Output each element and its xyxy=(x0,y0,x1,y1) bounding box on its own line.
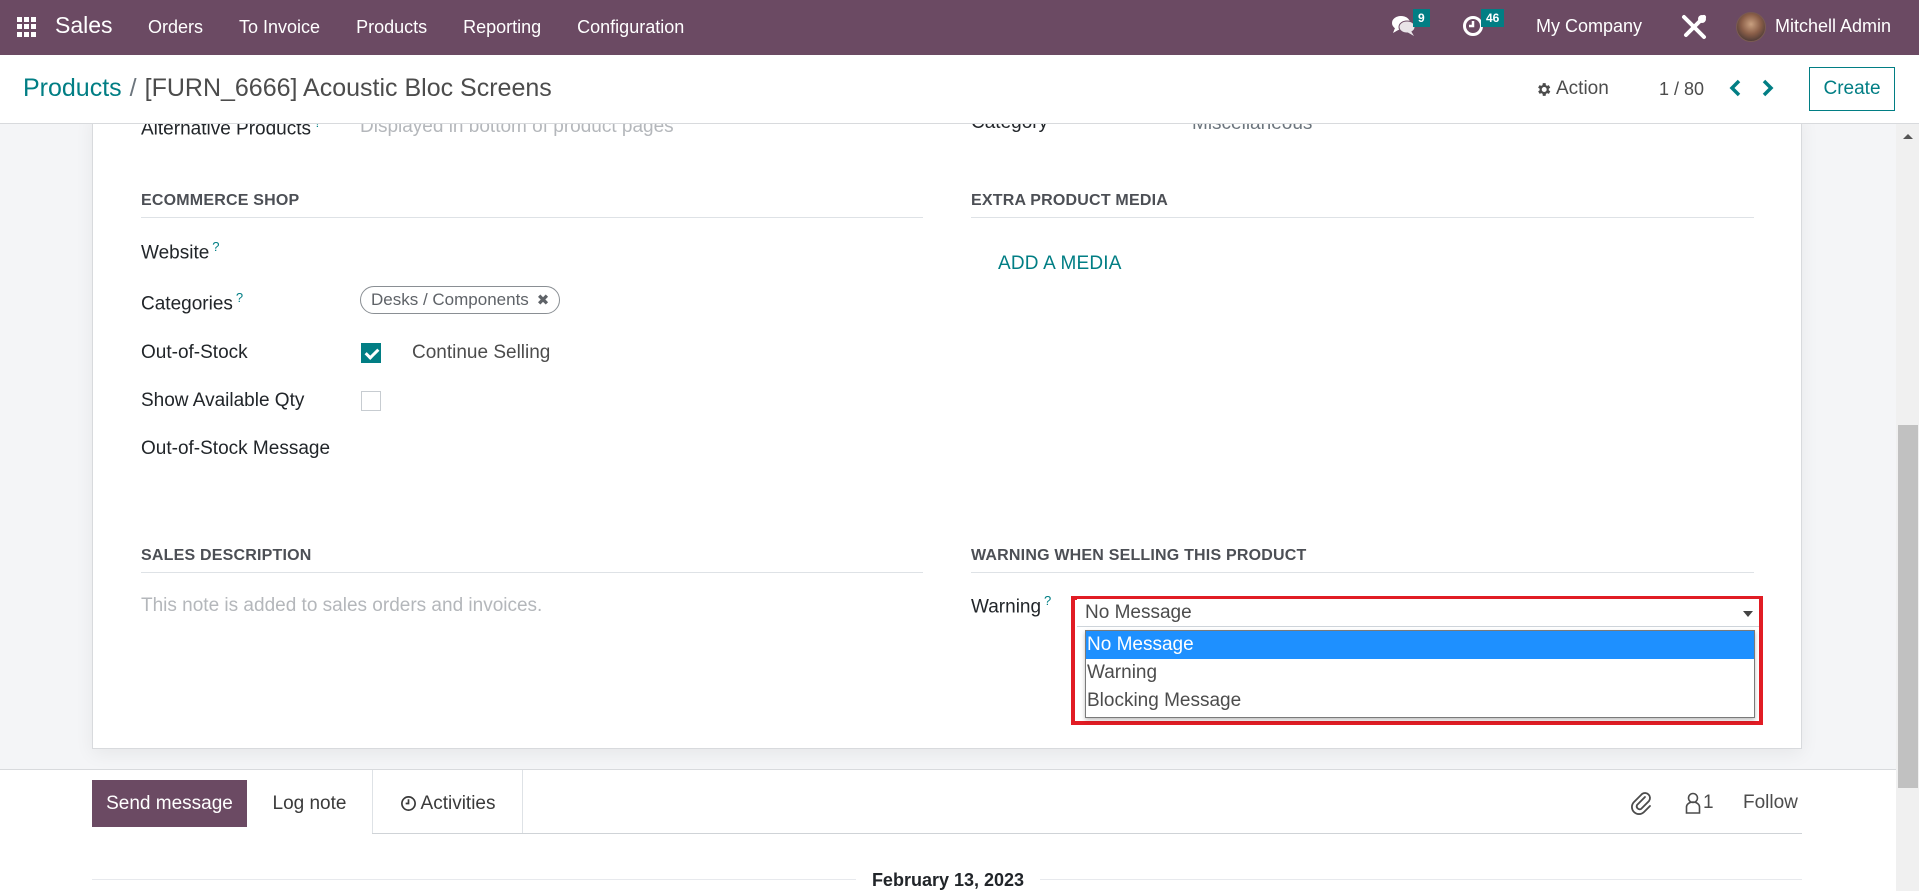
out-of-stock-message-label: Out-of-Stock Message xyxy=(141,438,331,459)
breadcrumb: Products / [FURN_6666] Acoustic Bloc Scree… xyxy=(23,74,552,103)
page-scrollbar[interactable] xyxy=(1896,124,1919,891)
clock-icon xyxy=(400,796,416,811)
scroll-up-arrow-icon[interactable] xyxy=(1903,134,1913,139)
follow-button[interactable]: Follow xyxy=(1743,792,1798,814)
activities-button[interactable]: Activities xyxy=(372,780,523,827)
menu-reporting[interactable]: Reporting xyxy=(463,17,541,38)
extra-media-section-divider xyxy=(971,217,1754,218)
warning-dropdown-list: No Message Warning Blocking Message xyxy=(1085,630,1755,718)
main-menu: Orders To Invoice Products Reporting Con… xyxy=(148,17,720,38)
activities-badge: 46 xyxy=(1481,9,1505,27)
create-button[interactable]: Create xyxy=(1809,67,1895,111)
gear-icon xyxy=(1538,82,1551,96)
log-note-button[interactable]: Log note xyxy=(247,780,372,827)
category-tag[interactable]: Desks / Components ✖ xyxy=(360,286,561,314)
breadcrumb-current: [FURN_6666] Acoustic Bloc Screens xyxy=(144,74,552,102)
warning-section-divider xyxy=(971,572,1754,573)
chevron-left-icon xyxy=(1729,79,1741,97)
category-tag-label: Desks / Components xyxy=(371,290,529,309)
ecommerce-section-divider xyxy=(141,217,923,218)
help-icon[interactable]: ? xyxy=(1044,593,1051,608)
date-separator: February 13, 2023 xyxy=(0,870,1896,891)
chevron-right-icon xyxy=(1762,79,1774,97)
caret-down-icon xyxy=(1743,611,1753,617)
menu-configuration[interactable]: Configuration xyxy=(577,17,684,38)
alternative-products-label: Alternative Products? xyxy=(141,124,321,140)
action-button[interactable]: Action xyxy=(1535,78,1609,100)
menu-to-invoice[interactable]: To Invoice xyxy=(239,17,320,38)
paperclip-icon xyxy=(1631,792,1651,815)
categories-label: Categories? xyxy=(141,290,244,315)
user-icon xyxy=(1685,792,1701,814)
attachment-button[interactable] xyxy=(1630,789,1652,821)
show-available-qty-label: Show Available Qty xyxy=(141,390,305,411)
help-icon[interactable]: ? xyxy=(236,290,243,305)
breadcrumb-separator: / xyxy=(129,74,137,102)
tools-icon[interactable] xyxy=(1680,13,1708,46)
chatter-divider xyxy=(372,833,1802,834)
user-avatar[interactable] xyxy=(1736,12,1766,42)
show-available-qty-checkbox[interactable] xyxy=(361,391,381,411)
menu-orders[interactable]: Orders xyxy=(148,17,203,38)
warning-select[interactable]: No Message xyxy=(1077,599,1759,627)
scrollbar-thumb[interactable] xyxy=(1898,425,1918,788)
remove-tag-icon[interactable]: ✖ xyxy=(537,291,550,309)
warning-select-value: No Message xyxy=(1085,602,1192,623)
company-switcher[interactable]: My Company xyxy=(1536,16,1642,37)
user-menu[interactable]: Mitchell Admin xyxy=(1775,16,1891,37)
continue-selling-checkbox[interactable] xyxy=(361,343,381,363)
send-message-button[interactable]: Send message xyxy=(92,780,247,827)
pager-value[interactable]: 1 / 80 xyxy=(1659,79,1704,100)
form-view: Alternative Products? Displayed in botto… xyxy=(0,124,1896,891)
menu-products[interactable]: Products xyxy=(356,17,427,38)
sales-description-input[interactable]: This note is added to sales orders and i… xyxy=(141,595,542,617)
warning-section-title: WARNING WHEN SELLING THIS PRODUCT xyxy=(971,547,1307,564)
app-name[interactable]: Sales xyxy=(55,12,113,39)
alternative-products-input[interactable]: Displayed in bottom of product pages xyxy=(360,124,674,138)
messages-badge: 9 xyxy=(1413,9,1430,27)
chatter: Send message Log note Activities 1 Follo… xyxy=(0,769,1896,891)
sales-description-section-title: SALES DESCRIPTION xyxy=(141,547,312,564)
help-icon[interactable]: ? xyxy=(314,124,321,130)
option-warning[interactable]: Warning xyxy=(1086,659,1754,687)
control-panel: Products / [FURN_6666] Acoustic Bloc Scree… xyxy=(0,55,1919,124)
breadcrumb-products[interactable]: Products xyxy=(23,74,122,102)
ecommerce-section-title: ECOMMERCE SHOP xyxy=(141,192,300,209)
option-blocking-message[interactable]: Blocking Message xyxy=(1086,687,1754,715)
warning-label: Warning? xyxy=(971,593,1052,618)
website-label: Website? xyxy=(141,239,220,264)
followers-count: 1 xyxy=(1703,792,1714,813)
category-value[interactable]: Miscellaneous xyxy=(1192,124,1312,135)
action-label: Action xyxy=(1556,78,1609,99)
extra-media-section-title: EXTRA PRODUCT MEDIA xyxy=(971,192,1168,209)
followers-button[interactable]: 1 xyxy=(1685,792,1714,814)
apps-grid-icon[interactable] xyxy=(17,17,37,37)
sales-description-divider xyxy=(141,572,923,573)
pager-previous-button[interactable] xyxy=(1726,76,1746,100)
pager-next-button[interactable] xyxy=(1757,76,1777,100)
option-no-message[interactable]: No Message xyxy=(1086,631,1754,659)
continue-selling-label[interactable]: Continue Selling xyxy=(412,342,550,364)
activities-label: Activities xyxy=(420,792,496,814)
out-of-stock-label: Out-of-Stock xyxy=(141,342,248,363)
add-media-button[interactable]: ADD A MEDIA xyxy=(998,253,1122,275)
top-navbar: Sales Orders To Invoice Products Reporti… xyxy=(0,0,1919,55)
category-label: Category xyxy=(971,124,1048,134)
help-icon[interactable]: ? xyxy=(212,239,219,254)
